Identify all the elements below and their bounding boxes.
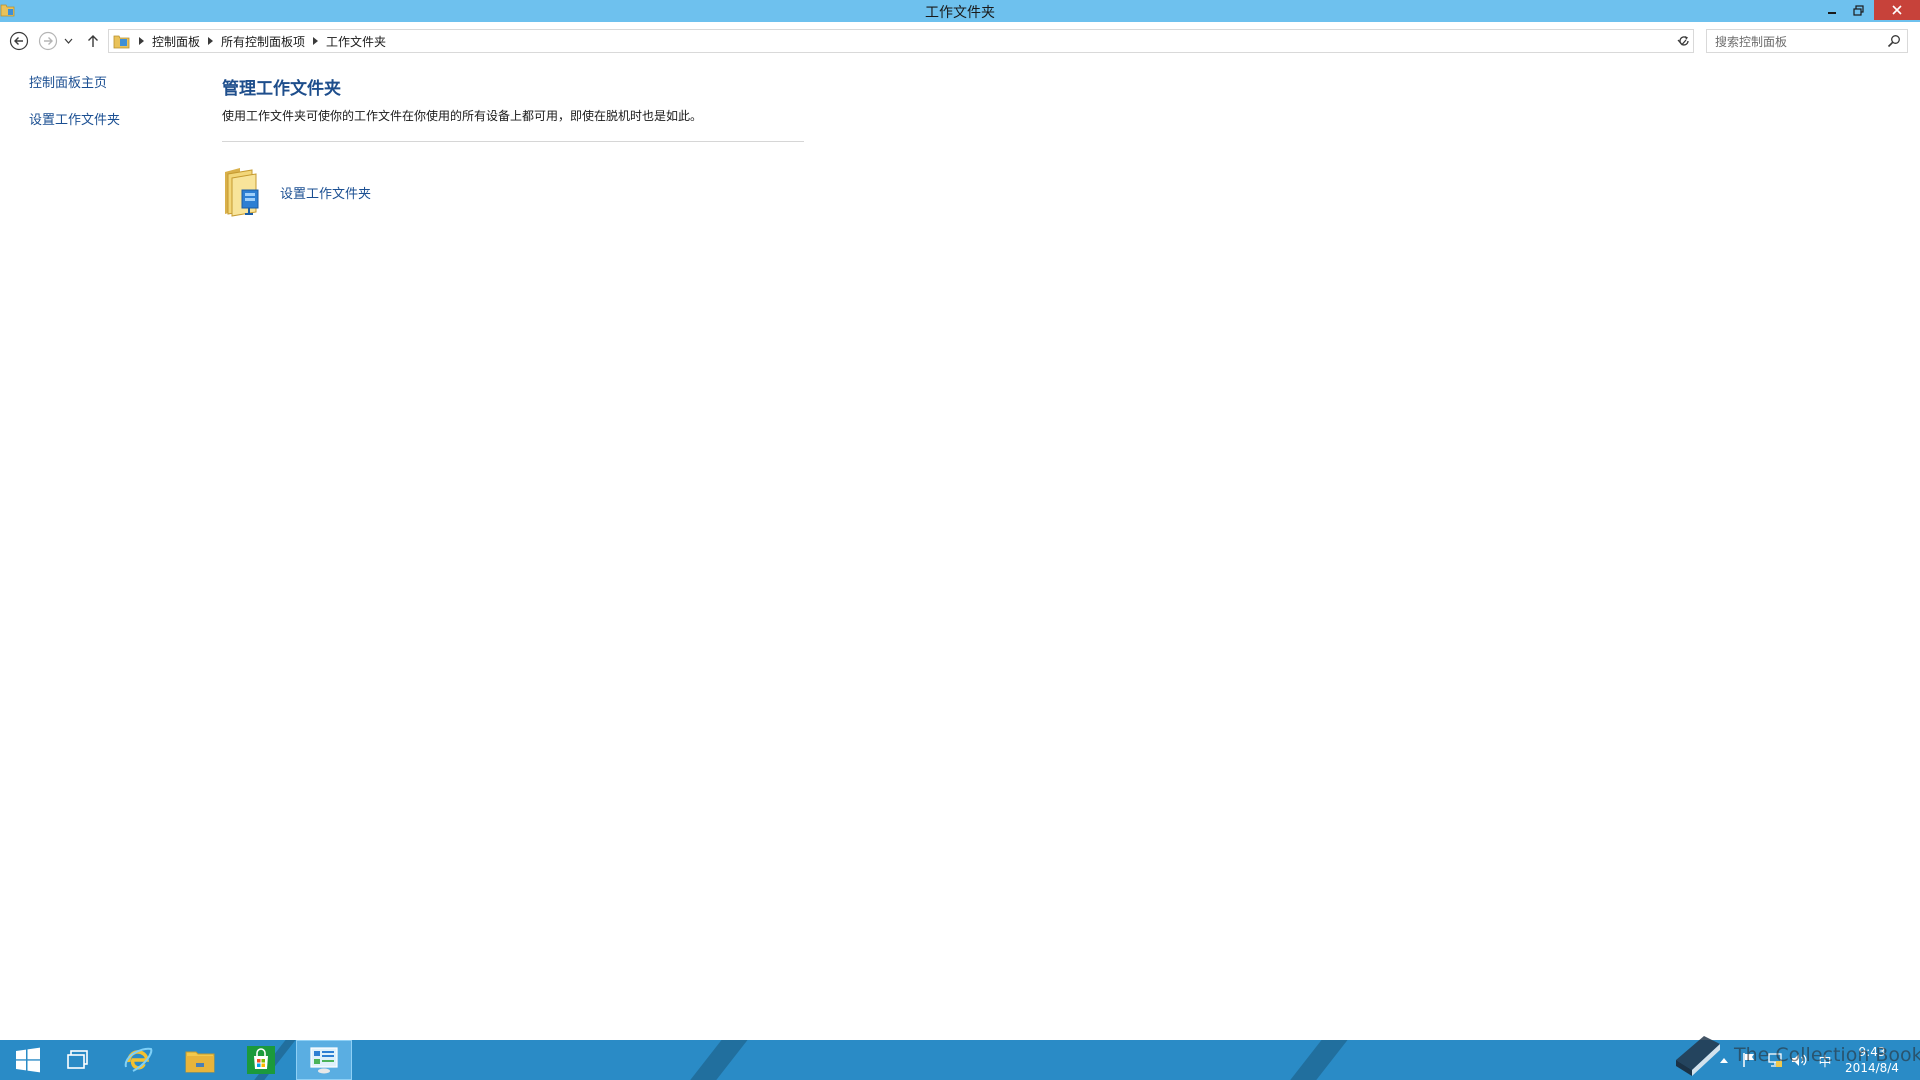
volume-button[interactable] xyxy=(1788,1040,1810,1080)
navigation-bar: 控制面板 所有控制面板项 工作文件夹 搜索控制面板 xyxy=(0,22,1920,58)
store-icon xyxy=(247,1046,275,1074)
chevron-right-icon xyxy=(208,37,214,45)
minimize-icon xyxy=(1828,12,1836,14)
main-content: 管理工作文件夹 使用工作文件夹可使你的工作文件在你使用的所有设备上都可用，即使在… xyxy=(222,78,804,217)
system-clock[interactable]: 9:43 2014/8/4 xyxy=(1836,1044,1908,1076)
chevron-right-icon xyxy=(139,37,144,45)
section-divider xyxy=(222,141,804,142)
task-view-button[interactable] xyxy=(50,1040,106,1080)
control-panel-icon xyxy=(310,1047,338,1074)
address-bar[interactable]: 控制面板 所有控制面板项 工作文件夹 xyxy=(108,29,1694,53)
file-explorer-icon xyxy=(185,1051,215,1073)
control-panel-home-link[interactable]: 控制面板主页 xyxy=(29,72,189,91)
file-explorer-button[interactable] xyxy=(172,1040,228,1080)
forward-button[interactable] xyxy=(36,29,60,53)
network-button[interactable] xyxy=(1764,1040,1786,1080)
chevron-down-icon xyxy=(64,38,72,44)
show-hidden-icons-button[interactable] xyxy=(1716,1040,1732,1080)
breadcrumb-control-panel[interactable]: 控制面板 xyxy=(152,33,200,50)
restore-icon xyxy=(1852,4,1864,16)
breadcrumb-separator[interactable] xyxy=(313,37,319,45)
input-method-indicator[interactable]: 中 xyxy=(1814,1040,1836,1080)
restore-button[interactable] xyxy=(1842,0,1874,20)
taskbar: 中 9:43 2014/8/4 xyxy=(0,1040,1920,1080)
title-bar: 工作文件夹 xyxy=(0,0,1920,22)
breadcrumb-separator[interactable] xyxy=(208,37,214,45)
setup-work-folders-link[interactable]: 设置工作文件夹 xyxy=(280,183,371,202)
task-view-icon xyxy=(67,1050,88,1069)
recent-locations-dropdown[interactable] xyxy=(60,29,76,53)
action-center-button[interactable] xyxy=(1738,1040,1760,1080)
internet-explorer-icon xyxy=(124,1047,153,1072)
window-title: 工作文件夹 xyxy=(925,5,995,21)
network-icon xyxy=(1768,1053,1782,1067)
taskbar-wallpaper-stripe xyxy=(674,1040,756,1080)
start-icon xyxy=(16,1047,40,1073)
control-panel-crumb-icon xyxy=(113,35,130,49)
internet-explorer-button[interactable] xyxy=(110,1040,166,1080)
taskbar-wallpaper-stripe xyxy=(1274,1040,1356,1080)
search-icon[interactable] xyxy=(1887,34,1901,48)
forward-arrow-icon xyxy=(38,31,58,51)
setup-work-folders-task[interactable]: 设置工作文件夹 xyxy=(222,166,371,218)
work-folders-icon[interactable] xyxy=(222,166,268,218)
close-icon xyxy=(1892,5,1902,15)
page-description: 使用工作文件夹可使你的工作文件在你使用的所有设备上都可用，即使在脱机时也是如此。 xyxy=(222,109,703,123)
refresh-button[interactable] xyxy=(1672,29,1696,53)
back-arrow-icon xyxy=(9,31,29,51)
clock-date: 2014/8/4 xyxy=(1845,1061,1899,1075)
left-navigation-pane: 控制面板主页 设置工作文件夹 xyxy=(29,72,189,146)
breadcrumb-all-items[interactable]: 所有控制面板项 xyxy=(221,33,305,50)
up-button[interactable] xyxy=(82,29,104,53)
store-button[interactable] xyxy=(233,1040,289,1080)
close-button[interactable] xyxy=(1874,0,1920,20)
setup-work-folders-side-link[interactable]: 设置工作文件夹 xyxy=(29,109,189,128)
page-title: 管理工作文件夹 xyxy=(222,79,341,99)
back-button[interactable] xyxy=(7,29,31,53)
up-arrow-icon xyxy=(88,35,98,47)
breadcrumb-work-folders[interactable]: 工作文件夹 xyxy=(326,33,386,50)
flag-icon xyxy=(1743,1053,1754,1067)
breadcrumb-separator[interactable] xyxy=(139,37,144,45)
search-placeholder: 搜索控制面板 xyxy=(1715,34,1788,49)
chevron-up-icon xyxy=(1720,1057,1728,1063)
chevron-right-icon xyxy=(313,37,319,45)
refresh-icon xyxy=(1679,36,1689,46)
control-panel-taskbar-button[interactable] xyxy=(296,1040,352,1080)
search-input[interactable]: 搜索控制面板 xyxy=(1706,29,1908,53)
speaker-icon xyxy=(1792,1054,1807,1066)
start-button[interactable] xyxy=(0,1040,56,1080)
clock-time: 9:43 xyxy=(1858,1045,1886,1059)
